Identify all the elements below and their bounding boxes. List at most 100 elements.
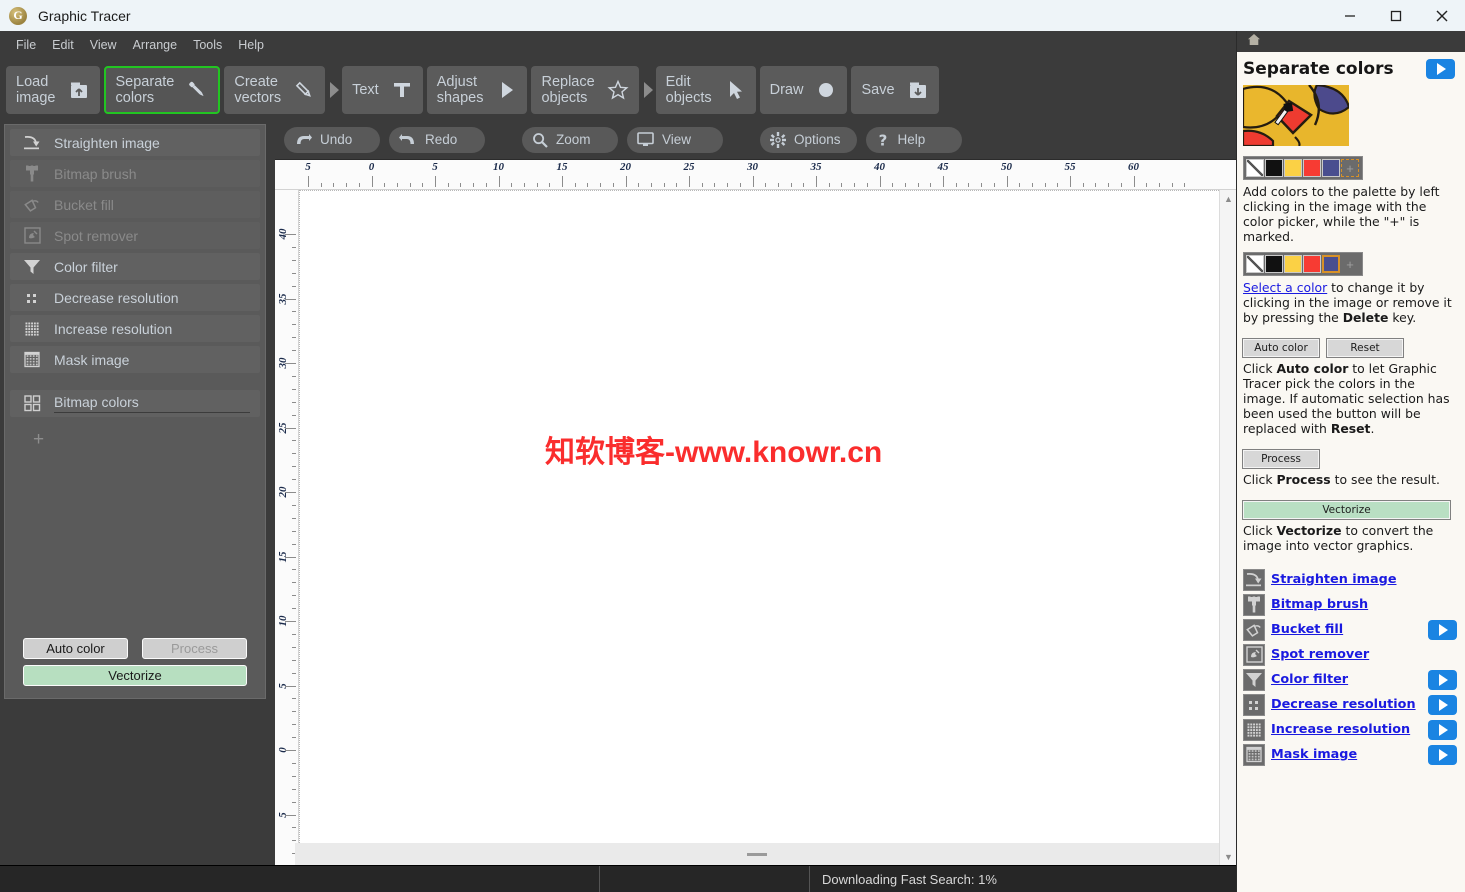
menu-item-file[interactable]: File: [8, 34, 44, 56]
ruler-h-label: 15: [556, 161, 568, 173]
scrollbar-grip[interactable]: [747, 852, 767, 856]
ruler-v-tick: [292, 543, 296, 545]
toolbar-button-edit-objects[interactable]: Edit objects: [655, 65, 756, 114]
play-video-button[interactable]: [1428, 719, 1457, 740]
palette-1-swatch-4[interactable]: [1322, 159, 1340, 177]
subtoolbar-undo-button[interactable]: Undo: [284, 126, 380, 153]
palette-2-swatch-4[interactable]: [1322, 255, 1340, 273]
subtoolbar-help-button[interactable]: ? Help: [865, 126, 962, 153]
subtoolbar-options-button[interactable]: Options: [760, 126, 857, 153]
bitmap-colors-header[interactable]: Bitmap colors: [10, 390, 260, 417]
palette-2-add-swatch-button[interactable]: +: [1341, 255, 1359, 273]
spot-remover-icon: [10, 227, 54, 244]
subtoolbar-view-button[interactable]: View: [627, 126, 723, 153]
minimize-button[interactable]: [1327, 0, 1373, 31]
straighten-image-icon: [1243, 568, 1265, 591]
toolbar-button-text[interactable]: Text: [342, 65, 423, 114]
palette-2-swatch-1[interactable]: [1265, 255, 1283, 273]
toolbar-caret-icon[interactable]: [643, 81, 653, 98]
toolbar-caret-icon[interactable]: [330, 81, 340, 98]
subtoolbar-zoom-button[interactable]: Zoom: [522, 126, 618, 153]
help-link-row-straighten-image[interactable]: Straighten image: [1243, 567, 1459, 592]
help-process-row: Process: [1242, 449, 1461, 469]
play-video-button[interactable]: [1426, 59, 1455, 79]
help-link-row-decrease-resolution[interactable]: Decrease resolution: [1243, 692, 1459, 717]
palette-2-swatch-2[interactable]: [1284, 255, 1302, 273]
scroll-up-icon[interactable]: ▲: [1220, 190, 1237, 207]
toolbar-button-load-image[interactable]: Load image: [6, 65, 100, 114]
ruler-v-tick: [292, 775, 296, 777]
toolbar-button-separate-colors[interactable]: Separate colors: [103, 65, 221, 114]
tool-straighten-image[interactable]: Straighten image: [10, 129, 260, 156]
menu-item-view[interactable]: View: [82, 34, 125, 56]
play-video-button[interactable]: [1428, 669, 1457, 690]
help-link[interactable]: Mask image: [1271, 747, 1357, 762]
palette-2-swatch-0[interactable]: [1246, 255, 1264, 273]
play-video-button[interactable]: [1428, 744, 1457, 765]
help-link-row-color-filter[interactable]: Color filter: [1243, 667, 1459, 692]
help-link-row-spot-remover[interactable]: Spot remover: [1243, 642, 1459, 667]
help-link[interactable]: Straighten image: [1271, 572, 1397, 587]
menu-item-help[interactable]: Help: [230, 34, 272, 56]
vertical-scrollbar[interactable]: ▲ ▼: [1219, 190, 1236, 865]
toolbar-button-draw[interactable]: Draw: [759, 65, 848, 114]
ruler-h-tick: [1184, 183, 1186, 187]
help-link[interactable]: Bucket fill: [1271, 622, 1343, 637]
palette-1-add-swatch-button[interactable]: +: [1341, 159, 1359, 177]
ruler-h-tick: [308, 176, 309, 187]
menu-item-tools[interactable]: Tools: [185, 34, 230, 56]
help-link-row-bucket-fill[interactable]: Bucket fill: [1243, 617, 1459, 642]
palette-1-swatch-1[interactable]: [1265, 159, 1283, 177]
close-button[interactable]: [1419, 0, 1465, 31]
subtoolbar-redo-button[interactable]: Redo: [389, 126, 485, 153]
select-a-color-link[interactable]: Select a color: [1243, 280, 1327, 295]
tool-decrease-resolution[interactable]: Decrease resolution: [10, 284, 260, 311]
auto-color-bold-2: Reset: [1330, 421, 1371, 436]
ruler-v-tick: [292, 582, 296, 584]
help-link-row-bitmap-brush[interactable]: Bitmap brush: [1243, 592, 1459, 617]
toolbar-button-save[interactable]: Save: [851, 65, 939, 114]
ruler-h-tick: [485, 183, 487, 187]
toolbar-button-replace-objects[interactable]: Replace objects: [531, 65, 639, 114]
add-color-plus-button[interactable]: +: [33, 429, 265, 451]
horizontal-scrollbar[interactable]: [295, 843, 1219, 865]
tool-mask-image[interactable]: Mask image: [10, 346, 260, 373]
palette-2-swatch-3[interactable]: [1303, 255, 1321, 273]
ruler-h-tick: [828, 183, 830, 187]
drawing-sheet[interactable]: 知软博客-www.knowr.cn: [299, 190, 1219, 845]
palette-1-swatch-3[interactable]: [1303, 159, 1321, 177]
tool-increase-resolution[interactable]: Increase resolution: [10, 315, 260, 342]
help-link[interactable]: Decrease resolution: [1271, 697, 1416, 712]
menu-item-edit[interactable]: Edit: [44, 34, 82, 56]
color-palette-2[interactable]: +: [1243, 252, 1363, 276]
help-process-button[interactable]: Process: [1242, 449, 1320, 469]
image-preview-thumbnail[interactable]: [1243, 85, 1349, 146]
help-link[interactable]: Increase resolution: [1271, 722, 1410, 737]
help-link[interactable]: Color filter: [1271, 672, 1348, 687]
help-link[interactable]: Bitmap brush: [1271, 597, 1368, 612]
tool-color-filter[interactable]: Color filter: [10, 253, 260, 280]
help-link[interactable]: Spot remover: [1271, 647, 1369, 662]
color-palette-1[interactable]: +: [1243, 156, 1363, 180]
maximize-button[interactable]: [1373, 0, 1419, 31]
palette-1-swatch-0[interactable]: [1246, 159, 1264, 177]
help-reset-button[interactable]: Reset: [1326, 338, 1404, 358]
home-icon[interactable]: [1247, 33, 1261, 51]
scroll-down-icon[interactable]: ▼: [1220, 848, 1237, 865]
help-vectorize-row: Vectorize: [1242, 500, 1461, 520]
play-video-button[interactable]: [1428, 619, 1457, 640]
vectorize-button[interactable]: Vectorize: [23, 665, 247, 686]
canvas-area[interactable]: 5 0 5 10 15 20 25 30 35 40 45 50 55 60 40 35 30 25 20 15 10…: [275, 160, 1236, 865]
play-video-button[interactable]: [1428, 694, 1457, 715]
help-vectorize-button[interactable]: Vectorize: [1242, 500, 1451, 520]
help-auto-color-button[interactable]: Auto color: [1242, 338, 1320, 358]
toolbar-button-adjust-shapes[interactable]: Adjust shapes: [426, 65, 528, 114]
help-link-row-mask-image[interactable]: Mask image: [1243, 742, 1459, 767]
auto-color-button[interactable]: Auto color: [23, 638, 128, 659]
help-link-row-increase-resolution[interactable]: Increase resolution: [1243, 717, 1459, 742]
menu-item-arrange[interactable]: Arrange: [125, 34, 185, 56]
process-button[interactable]: Process: [142, 638, 247, 659]
palette-1-swatch-2[interactable]: [1284, 159, 1302, 177]
subtoolbar-button-label: Zoom: [556, 132, 591, 147]
toolbar-button-create-vectors[interactable]: Create vectors: [224, 65, 326, 114]
